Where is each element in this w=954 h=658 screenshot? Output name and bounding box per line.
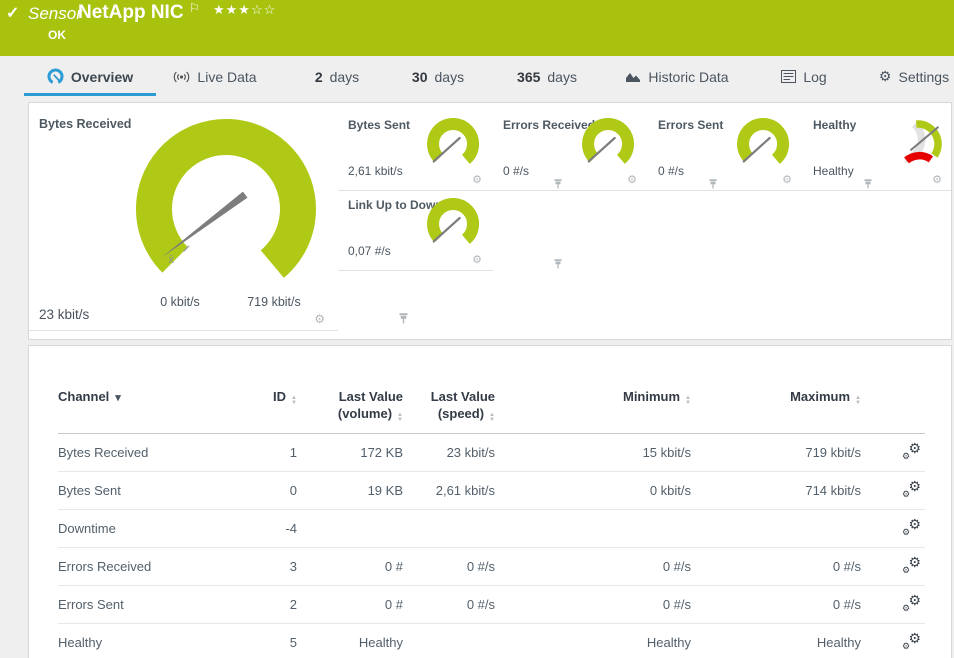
channels-table: Channel▾ ID▲▼ Last Value (volume)▲▼ Last… [58,386,925,658]
sensor-status-header: ✓ Sensor NetApp NIC ⚐ ★★★☆☆ OK [0,0,954,56]
col-last-value-volume[interactable]: Last Value (volume)▲▼ [297,386,403,434]
prtg-sensor-page: ✓ Sensor NetApp NIC ⚐ ★★★☆☆ OK Overview … [0,0,954,658]
sort-desc-icon: ▾ [115,392,121,404]
gauge-bytes-sent: Bytes Sent 2,61 kbit/s ⚙ [338,111,493,191]
gear-icon[interactable]: ⚙ [472,174,482,186]
tab-log[interactable]: Log [772,60,836,93]
channel-name[interactable]: Downtime [58,510,229,548]
log-list-icon [781,70,796,83]
channel-name[interactable]: Bytes Sent [58,472,229,510]
small-gauge [420,116,488,178]
table-row: Errors Received 3 0 # 0 #/s 0 #/s 0 #/s … [58,548,925,586]
gear-icon[interactable]: ⚙ [782,174,792,186]
sort-icon: ▲▼ [397,413,403,423]
tab-log-label: Log [803,69,826,85]
gear-icon[interactable]: ⚙ [627,174,637,186]
live-signal-icon [173,70,190,84]
gauge-errors-received: Errors Received 0 #/s ⚙ [493,111,648,191]
tab-live-data[interactable]: Live Data [160,60,270,93]
gear-icon[interactable]: ⚙ [932,174,942,186]
tab-2-days-label: days [330,69,360,85]
status-gauge [885,116,952,178]
gauge-value: 2,61 kbit/s [348,164,403,178]
channel-settings-icon[interactable]: ⚙⚙ [903,595,921,611]
tab-30-days[interactable]: 30 days [402,60,474,93]
flag-icon[interactable]: ⚐ [189,1,200,15]
sort-icon: ▲▼ [291,396,297,406]
channel-name[interactable]: Errors Received [58,548,229,586]
gauge-min-label: 0 kbit/s [160,295,200,309]
tab-historic-data-label: Historic Data [648,69,728,85]
channel-name[interactable]: Errors Sent [58,586,229,624]
gauge-value: 0,07 #/s [348,244,391,258]
channel-settings-icon[interactable]: ⚙⚙ [903,443,921,459]
channel-settings-icon[interactable]: ⚙⚙ [903,633,921,649]
sort-icon: ▲▼ [685,396,691,406]
gauge-icon [47,68,64,85]
channel-settings-icon[interactable]: ⚙⚙ [903,481,921,497]
status-ok-check-icon: ✓ [6,3,19,23]
tab-30-days-number: 30 [412,69,428,85]
tab-365-days-number: 365 [517,69,540,85]
sensor-title[interactable]: NetApp NIC [78,2,184,24]
gear-icon[interactable]: ⚙ [472,254,482,266]
col-last-value-speed[interactable]: Last Value (speed)▲▼ [403,386,495,434]
small-gauge [730,116,798,178]
gauge-value: 0 #/s [503,164,529,178]
gauge-bytes-received: Bytes Received x̄ 0 kbit/s 719 kbit/s 23… [29,111,338,331]
gauge-link-up-to-down: Link Up to Down 0,07 #/s ⚙ [338,191,493,271]
col-edit [861,386,925,434]
table-row: Healthy 5 Healthy Healthy Healthy ⚙⚙ [58,624,925,658]
col-channel[interactable]: Channel▾ [58,386,229,434]
tab-live-data-label: Live Data [197,69,256,85]
tab-overview-label: Overview [71,69,133,85]
tab-historic-data[interactable]: Historic Data [612,60,742,93]
gauges-panel: Bytes Received x̄ 0 kbit/s 719 kbit/s 23… [28,102,952,340]
tab-bar: Overview Live Data 2 days 30 days 365 da… [0,60,954,96]
object-kind-label: Sensor [28,4,82,24]
table-row: Bytes Received 1 172 KB 23 kbit/s 15 kbi… [58,434,925,472]
gauge-max-label: 719 kbit/s [247,295,301,309]
status-badge: OK [48,28,66,42]
col-maximum[interactable]: Maximum▲▼ [691,386,861,434]
table-row: Downtime -4 ⚙⚙ [58,510,925,548]
sort-icon: ▲▼ [855,396,861,406]
gauge-value: 0 #/s [658,164,684,178]
tab-overview[interactable]: Overview [24,60,156,96]
gauge-healthy: Healthy Healthy ⚙ [803,111,952,191]
tab-30-days-label: days [435,69,465,85]
tab-2-days[interactable]: 2 days [302,60,372,93]
table-row: Bytes Sent 0 19 KB 2,61 kbit/s 0 kbit/s … [58,472,925,510]
channel-settings-icon[interactable]: ⚙⚙ [903,557,921,573]
gauge-title: Bytes Sent [348,118,410,132]
col-minimum[interactable]: Minimum▲▼ [495,386,691,434]
tab-2-days-number: 2 [315,69,323,85]
channel-name[interactable]: Bytes Received [58,434,229,472]
priority-stars[interactable]: ★★★☆☆ [213,2,276,18]
col-id[interactable]: ID▲▼ [229,386,297,434]
gauge-errors-sent: Errors Sent 0 #/s ⚙ [648,111,803,191]
tab-365-days[interactable]: 365 days [500,60,594,93]
bytes-received-gauge: x̄ 0 kbit/s 719 kbit/s [114,111,344,323]
gauge-title: Errors Sent [658,118,723,132]
gauge-value: 23 kbit/s [39,307,89,322]
tab-settings[interactable]: ⚙ Settings [868,60,954,93]
table-row: Errors Sent 2 0 # 0 #/s 0 #/s 0 #/s ⚙⚙ [58,586,925,624]
table-header-row: Channel▾ ID▲▼ Last Value (volume)▲▼ Last… [58,386,925,434]
gauge-title: Healthy [813,118,856,132]
small-gauge [420,196,488,258]
channel-settings-icon[interactable]: ⚙⚙ [903,519,921,535]
channel-name[interactable]: Healthy [58,624,229,658]
gauge-value: Healthy [813,164,854,178]
area-chart-icon [625,70,641,83]
gear-icon[interactable]: ⚙ [314,313,325,325]
mean-marker: x̄ [169,254,175,266]
sort-icon: ▲▼ [489,413,495,423]
gear-icon: ⚙ [879,68,892,85]
small-gauge [575,116,643,178]
tab-settings-label: Settings [898,69,949,85]
tab-365-days-label: days [547,69,577,85]
channels-panel: Channel▾ ID▲▼ Last Value (volume)▲▼ Last… [28,345,952,658]
